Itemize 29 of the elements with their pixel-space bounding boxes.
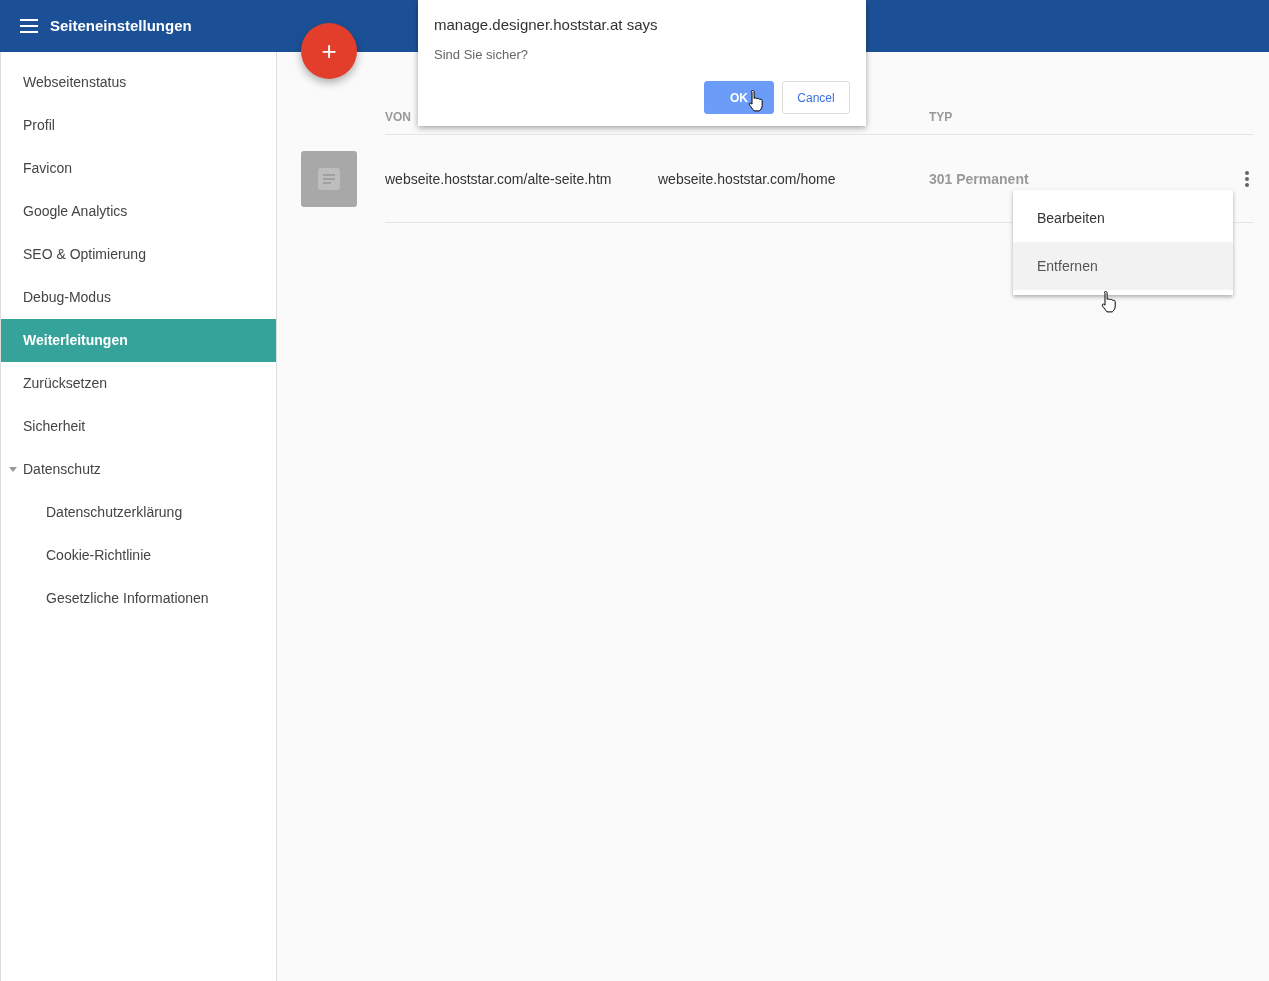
caret-icon[interactable]: [9, 467, 17, 472]
more-icon[interactable]: [1245, 171, 1249, 187]
sidebar-item[interactable]: Debug-Modus: [1, 276, 276, 319]
redirect-type: 301 Permanent: [929, 169, 1030, 189]
dialog-message: Sind Sie sicher?: [434, 45, 529, 64]
sidebar-item[interactable]: Gesetzliche Informationen: [1, 577, 276, 620]
url-cell-text: webseite.hoststar.com/alte-seite.htm: [385, 169, 613, 189]
menu-item[interactable]: Entfernen: [1013, 242, 1233, 290]
hand-cursor-icon: [746, 89, 766, 112]
sidebar-item[interactable]: Favicon: [1, 147, 276, 190]
sidebar-item[interactable]: Sicherheit: [1, 405, 276, 448]
dialog-title: manage.designer.hoststar.at says: [434, 15, 659, 35]
url-cell-text: webseite.hoststar.com/home: [658, 169, 837, 189]
sidebar-item[interactable]: Profil: [1, 104, 276, 147]
sidebar-item[interactable]: Datenschutz: [1, 448, 276, 491]
sidebar-item[interactable]: Cookie-Richtlinie: [1, 534, 276, 577]
sidebar-item[interactable]: Google Analytics: [1, 190, 276, 233]
column-header: VON: [385, 108, 412, 126]
column-header: TYP: [929, 108, 953, 126]
document-icon: [301, 151, 357, 207]
sidebar-item[interactable]: Zurücksetzen: [1, 362, 276, 405]
page-title: Seiteneinstellungen: [50, 15, 192, 36]
sidebar-item[interactable]: Datenschutzerklärung: [1, 491, 276, 534]
cancel-button[interactable]: Cancel: [782, 81, 850, 114]
sidebar-item[interactable]: SEO & Optimierung: [1, 233, 276, 276]
add-button[interactable]: +: [301, 23, 357, 79]
menu-icon[interactable]: [20, 19, 38, 33]
menu-item[interactable]: Bearbeiten: [1013, 194, 1233, 242]
sidebar-item[interactable]: Webseitenstatus: [1, 61, 276, 104]
